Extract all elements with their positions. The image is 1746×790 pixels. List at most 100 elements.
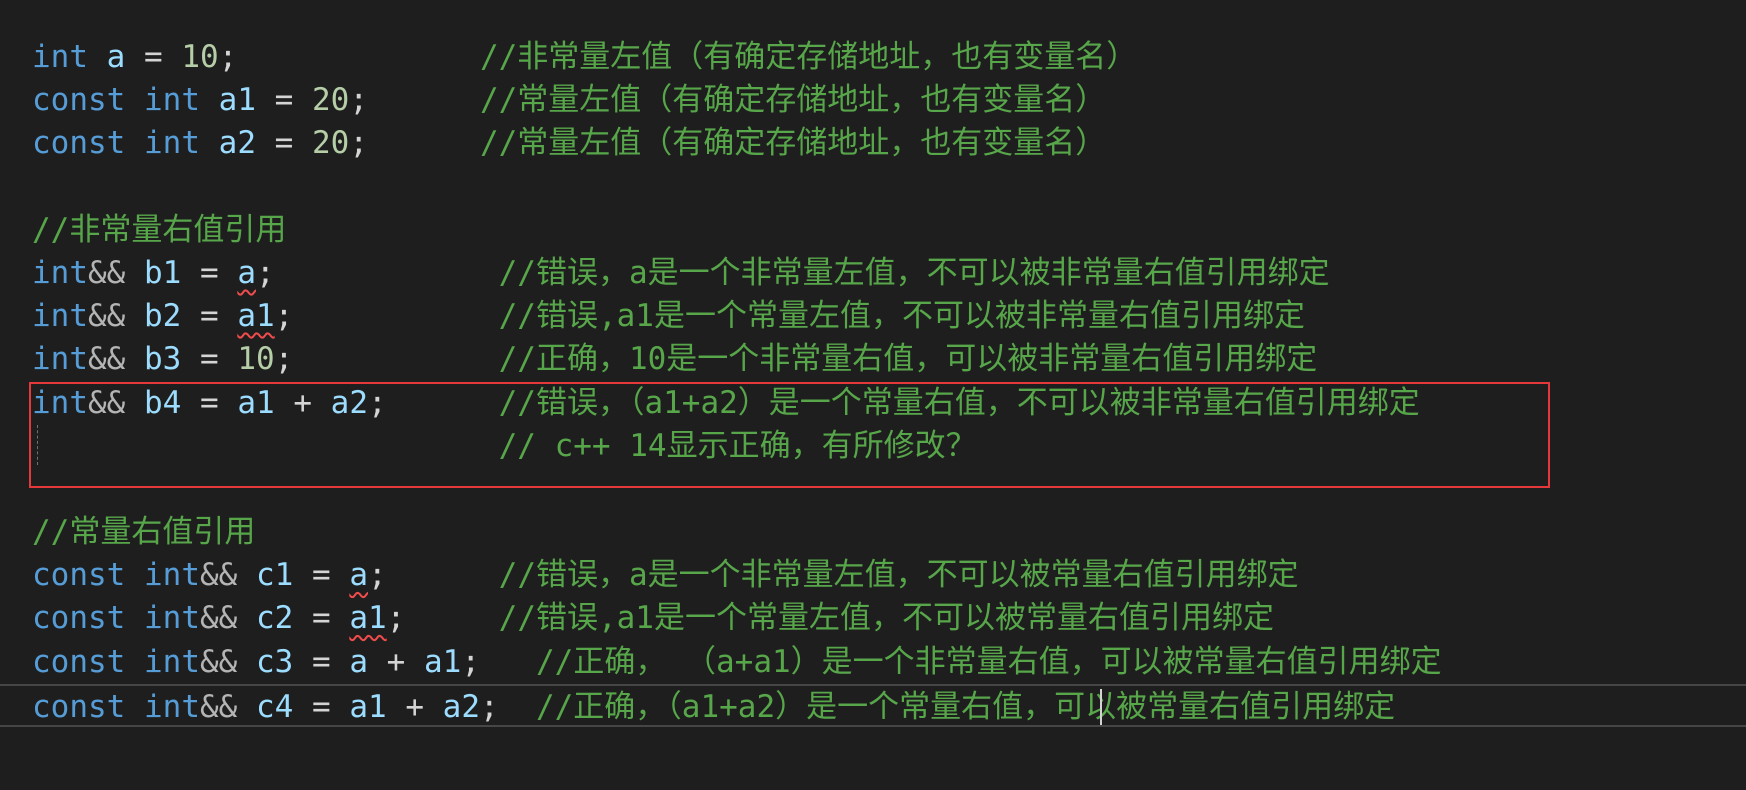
identifier-error-squiggle: a1 xyxy=(349,600,387,637)
keyword: int xyxy=(144,643,200,680)
keyword: int xyxy=(32,384,88,421)
keyword: int xyxy=(144,82,200,119)
keyword: int xyxy=(144,688,200,725)
code-line[interactable]: const int&& c1 = a; //错误，a是一个非常量左值，不可以被常… xyxy=(0,554,1746,597)
code-line[interactable]: ​ xyxy=(0,468,1746,511)
indent-guide xyxy=(37,425,38,465)
keyword: const xyxy=(32,643,126,680)
operator: && xyxy=(88,384,126,421)
comment: //正确， （a+a1）是一个非常量右值，可以被常量右值引用绑定 xyxy=(536,643,1442,680)
operator: = xyxy=(181,298,238,335)
number-literal: 10 xyxy=(181,39,219,75)
comment: //非常量右值引用 xyxy=(32,211,287,248)
keyword: int xyxy=(32,39,88,75)
comment: //错误，a是一个非常量左值，不可以被常量右值引用绑定 xyxy=(498,557,1299,594)
comment: //常量左值（有确定存储地址，也有变量名） xyxy=(479,82,1107,119)
operator: = xyxy=(256,125,312,162)
code-line[interactable]: int&& b2 = a1; //错误,a1是一个常量左值，不可以被非常量右值引… xyxy=(0,295,1746,338)
operator: = xyxy=(293,557,350,594)
identifier: a xyxy=(349,643,368,680)
code-line[interactable]: //非常量右值引用 xyxy=(0,209,1746,252)
operator: = xyxy=(181,341,238,378)
code-line[interactable]: int a = 10; //非常量左值（有确定存储地址，也有变量名） xyxy=(0,36,1746,79)
comment: //错误，a是一个非常量左值，不可以被非常量右值引用绑定 xyxy=(498,254,1330,291)
code-editor[interactable]: int a = 10; //非常量左值（有确定存储地址，也有变量名） const … xyxy=(0,36,1746,727)
code-line[interactable]: //常量右值引用 xyxy=(0,511,1746,554)
operator: ; xyxy=(479,688,499,725)
operator: + xyxy=(368,643,424,680)
operator: + xyxy=(386,688,443,725)
identifier: a2 xyxy=(218,125,256,162)
comment: //错误,a1是一个常量左值，不可以被非常量右值引用绑定 xyxy=(498,298,1305,335)
code-line[interactable]: const int a2 = 20; //常量左值（有确定存储地址，也有变量名） xyxy=(0,122,1746,165)
operator: ; xyxy=(274,341,294,378)
code-line[interactable]: const int&& c4 = a1 + a2; //正确，（a1+a2）是一… xyxy=(0,683,1746,727)
comment: //正确，（a1+a2）是一个常量右值，可以被常量右值引用绑定 xyxy=(535,688,1396,725)
identifier: a xyxy=(106,39,126,75)
operator: ; xyxy=(349,125,368,162)
identifier: a2 xyxy=(442,688,480,725)
number-literal: 10 xyxy=(237,341,275,378)
code-line[interactable]: const int a1 = 20; //常量左值（有确定存储地址，也有变量名） xyxy=(0,79,1746,122)
operator: ; xyxy=(386,600,406,637)
comment: //正确，10是一个非常量右值，可以被非常量右值引用绑定 xyxy=(498,341,1318,378)
code-line[interactable]: int&& b3 = 10; //正确，10是一个非常量右值，可以被非常量右值引… xyxy=(0,338,1746,381)
comment: // c++ 14显示正确，有所修改？ xyxy=(498,427,977,464)
keyword: int xyxy=(32,341,88,378)
comment: //错误，（a1+a2）是一个常量右值，不可以被非常量右值引用绑定 xyxy=(498,384,1420,421)
operator: && xyxy=(200,688,238,725)
comment: //常量左值（有确定存储地址，也有变量名） xyxy=(479,125,1107,162)
code-line[interactable]: const int&& c3 = a + a1; //正确， （a+a1）是一个… xyxy=(0,641,1746,684)
operator: = xyxy=(293,643,350,680)
code-line[interactable]: ​ xyxy=(0,166,1746,209)
operator: ; xyxy=(349,82,368,119)
operator: ; xyxy=(274,298,294,335)
code-line[interactable]: // c++ 14显示正确，有所修改？ xyxy=(0,425,1746,468)
keyword: const xyxy=(32,125,126,162)
keyword: int xyxy=(32,254,88,291)
identifier-error-squiggle: a xyxy=(349,557,368,594)
operator: = xyxy=(181,384,238,421)
code-line[interactable]: const int&& c2 = a1; //错误,a1是一个常量左值，不可以被… xyxy=(0,597,1746,640)
operator: ; xyxy=(461,643,480,680)
operator: = xyxy=(256,82,312,119)
comment: //错误,a1是一个常量左值，不可以被常量右值引用绑定 xyxy=(498,600,1274,637)
operator: && xyxy=(200,557,238,594)
keyword: const xyxy=(32,600,126,637)
keyword: int xyxy=(144,557,200,594)
identifier: b3 xyxy=(144,341,182,378)
identifier: b1 xyxy=(144,254,182,291)
keyword: const xyxy=(32,82,126,119)
identifier: c3 xyxy=(256,643,294,680)
text-cursor xyxy=(1100,689,1102,725)
comment: //常量右值引用 xyxy=(32,514,256,551)
identifier-error-squiggle: a1 xyxy=(237,298,275,335)
keyword: int xyxy=(144,600,200,637)
keyword: int xyxy=(32,298,88,335)
code-line[interactable]: int&& b1 = a; //错误，a是一个非常量左值，不可以被非常量右值引用… xyxy=(0,252,1746,295)
code-line[interactable]: int&& b4 = a1 + a2; //错误，（a1+a2）是一个常量右值，… xyxy=(0,382,1746,425)
identifier: c1 xyxy=(256,557,294,594)
